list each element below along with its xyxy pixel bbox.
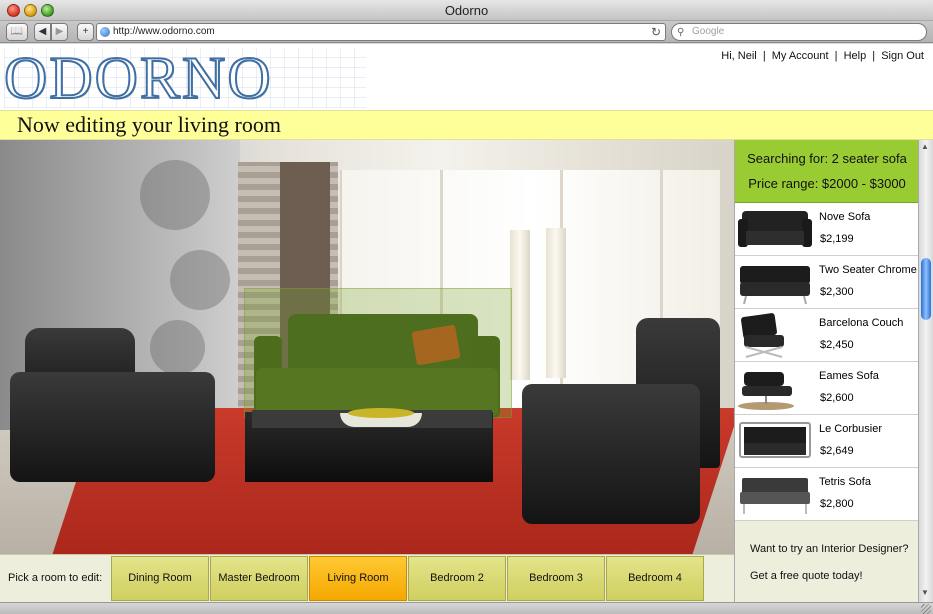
add-bookmark-button[interactable]: + (77, 23, 94, 41)
sign-out-link[interactable]: Sign Out (881, 50, 924, 62)
bookmarks-button[interactable]: 📖 (6, 23, 28, 41)
floor-lamp (546, 228, 566, 378)
wall-decor (150, 320, 205, 375)
right-armchair[interactable] (522, 384, 700, 524)
scroll-up-icon[interactable]: ▲ (921, 142, 929, 151)
close-window-button[interactable] (7, 4, 20, 17)
window-title: Odorno (444, 3, 489, 18)
product-price: $2,649 (820, 445, 854, 457)
forward-arrow-icon: ▶ (55, 26, 64, 37)
floor-lamp (510, 230, 530, 380)
search-placeholder: Google (692, 26, 725, 37)
room-picker-label: Pick a room to edit: (8, 572, 103, 584)
fruit (348, 408, 414, 418)
product-price: $2,800 (820, 498, 854, 510)
designer-promo-question: Want to try an Interior Designer? (750, 543, 909, 555)
url-text: http://www.odorno.com (113, 26, 215, 37)
window-titlebar: Odorno (0, 0, 933, 21)
editing-banner: Now editing your living room (0, 110, 933, 140)
search-field[interactable]: ⚲ Google (671, 23, 927, 41)
odorno-logo[interactable]: ODORNO (4, 48, 366, 108)
greeting: Hi, Neil (721, 50, 757, 62)
back-arrow-icon: ◀ (38, 26, 47, 37)
room-tab-bedroom-2[interactable]: Bedroom 2 (408, 556, 506, 601)
product-item[interactable]: Eames Sofa $2,600 (735, 362, 918, 415)
product-item[interactable]: Tetris Sofa $2,800 (735, 468, 918, 521)
price-range: Price range: $2000 - $3000 (748, 176, 906, 191)
search-query: Searching for: 2 seater sofa (747, 151, 907, 166)
room-tab-bedroom-4[interactable]: Bedroom 4 (606, 556, 704, 601)
back-button[interactable]: ◀ (34, 23, 51, 41)
room-tab-master-bedroom[interactable]: Master Bedroom (210, 556, 308, 601)
room-tab-living-room[interactable]: Living Room (309, 556, 407, 601)
designer-promo[interactable]: Want to try an Interior Designer? Get a … (734, 521, 918, 602)
nav-separator: | (834, 50, 838, 62)
vertical-scrollbar[interactable]: ▲ ▼ (918, 140, 933, 602)
browser-toolbar: 📖 ◀ ▶ + http://www.odorno.com ↻ ⚲ Google (0, 21, 933, 43)
plus-icon: + (82, 26, 89, 37)
product-price: $2,450 (820, 339, 854, 351)
left-armchair[interactable] (10, 372, 215, 482)
scroll-down-icon[interactable]: ▼ (921, 588, 929, 597)
sofa-thumbnail (740, 478, 810, 514)
room-picker: Pick a room to edit: Dining Room Master … (0, 554, 734, 602)
sofa-thumbnail (740, 266, 810, 305)
room-canvas[interactable] (0, 140, 734, 554)
user-nav: Hi, Neil | My Account | Help | Sign Out (721, 50, 924, 62)
minimize-window-button[interactable] (24, 4, 37, 17)
product-item[interactable]: Barcelona Couch $2,450 (735, 309, 918, 362)
product-item[interactable]: Two Seater Chrome $2,300 (735, 256, 918, 309)
product-price: $2,300 (820, 286, 854, 298)
wall-decor (170, 250, 230, 310)
forward-button[interactable]: ▶ (51, 23, 68, 41)
product-name: Nove Sofa (819, 211, 871, 223)
product-item[interactable]: Nove Sofa $2,199 (735, 203, 918, 256)
sofa-thumbnail (739, 422, 811, 458)
sofa-thumbnail (738, 211, 812, 247)
product-item[interactable]: Le Corbusier $2,649 (735, 415, 918, 468)
product-name: Le Corbusier (819, 423, 882, 435)
reload-icon[interactable]: ↻ (651, 24, 661, 40)
wall-decor (140, 160, 210, 230)
status-bar (0, 602, 933, 614)
product-price: $2,199 (820, 233, 854, 245)
sofa-thumbnail (738, 372, 794, 410)
room-tab-dining-room[interactable]: Dining Room (111, 556, 209, 601)
selection-highlight[interactable] (244, 288, 512, 418)
product-price: $2,600 (820, 392, 854, 404)
my-account-link[interactable]: My Account (772, 50, 829, 62)
sofa-thumbnail (741, 313, 784, 358)
scroll-thumb[interactable] (921, 258, 931, 320)
product-name: Two Seater Chrome (819, 264, 917, 276)
site-header: ODORNO Hi, Neil | My Account | Help | Si… (0, 44, 933, 110)
globe-icon (100, 27, 110, 37)
resize-grip-icon[interactable] (921, 604, 931, 614)
product-name: Tetris Sofa (819, 476, 871, 488)
product-results: Searching for: 2 seater sofa Price range… (734, 140, 918, 554)
book-icon: 📖 (10, 26, 24, 37)
nav-separator: | (762, 50, 766, 62)
zoom-window-button[interactable] (41, 4, 54, 17)
search-icon: ⚲ (677, 27, 685, 38)
search-summary: Searching for: 2 seater sofa Price range… (735, 140, 918, 203)
room-tab-bedroom-3[interactable]: Bedroom 3 (507, 556, 605, 601)
nav-separator: | (872, 50, 876, 62)
help-link[interactable]: Help (844, 50, 867, 62)
designer-quote-link[interactable]: Get a free quote today! (750, 570, 863, 582)
product-name: Barcelona Couch (819, 317, 904, 329)
address-bar[interactable]: http://www.odorno.com ↻ (96, 23, 666, 41)
product-name: Eames Sofa (819, 370, 879, 382)
